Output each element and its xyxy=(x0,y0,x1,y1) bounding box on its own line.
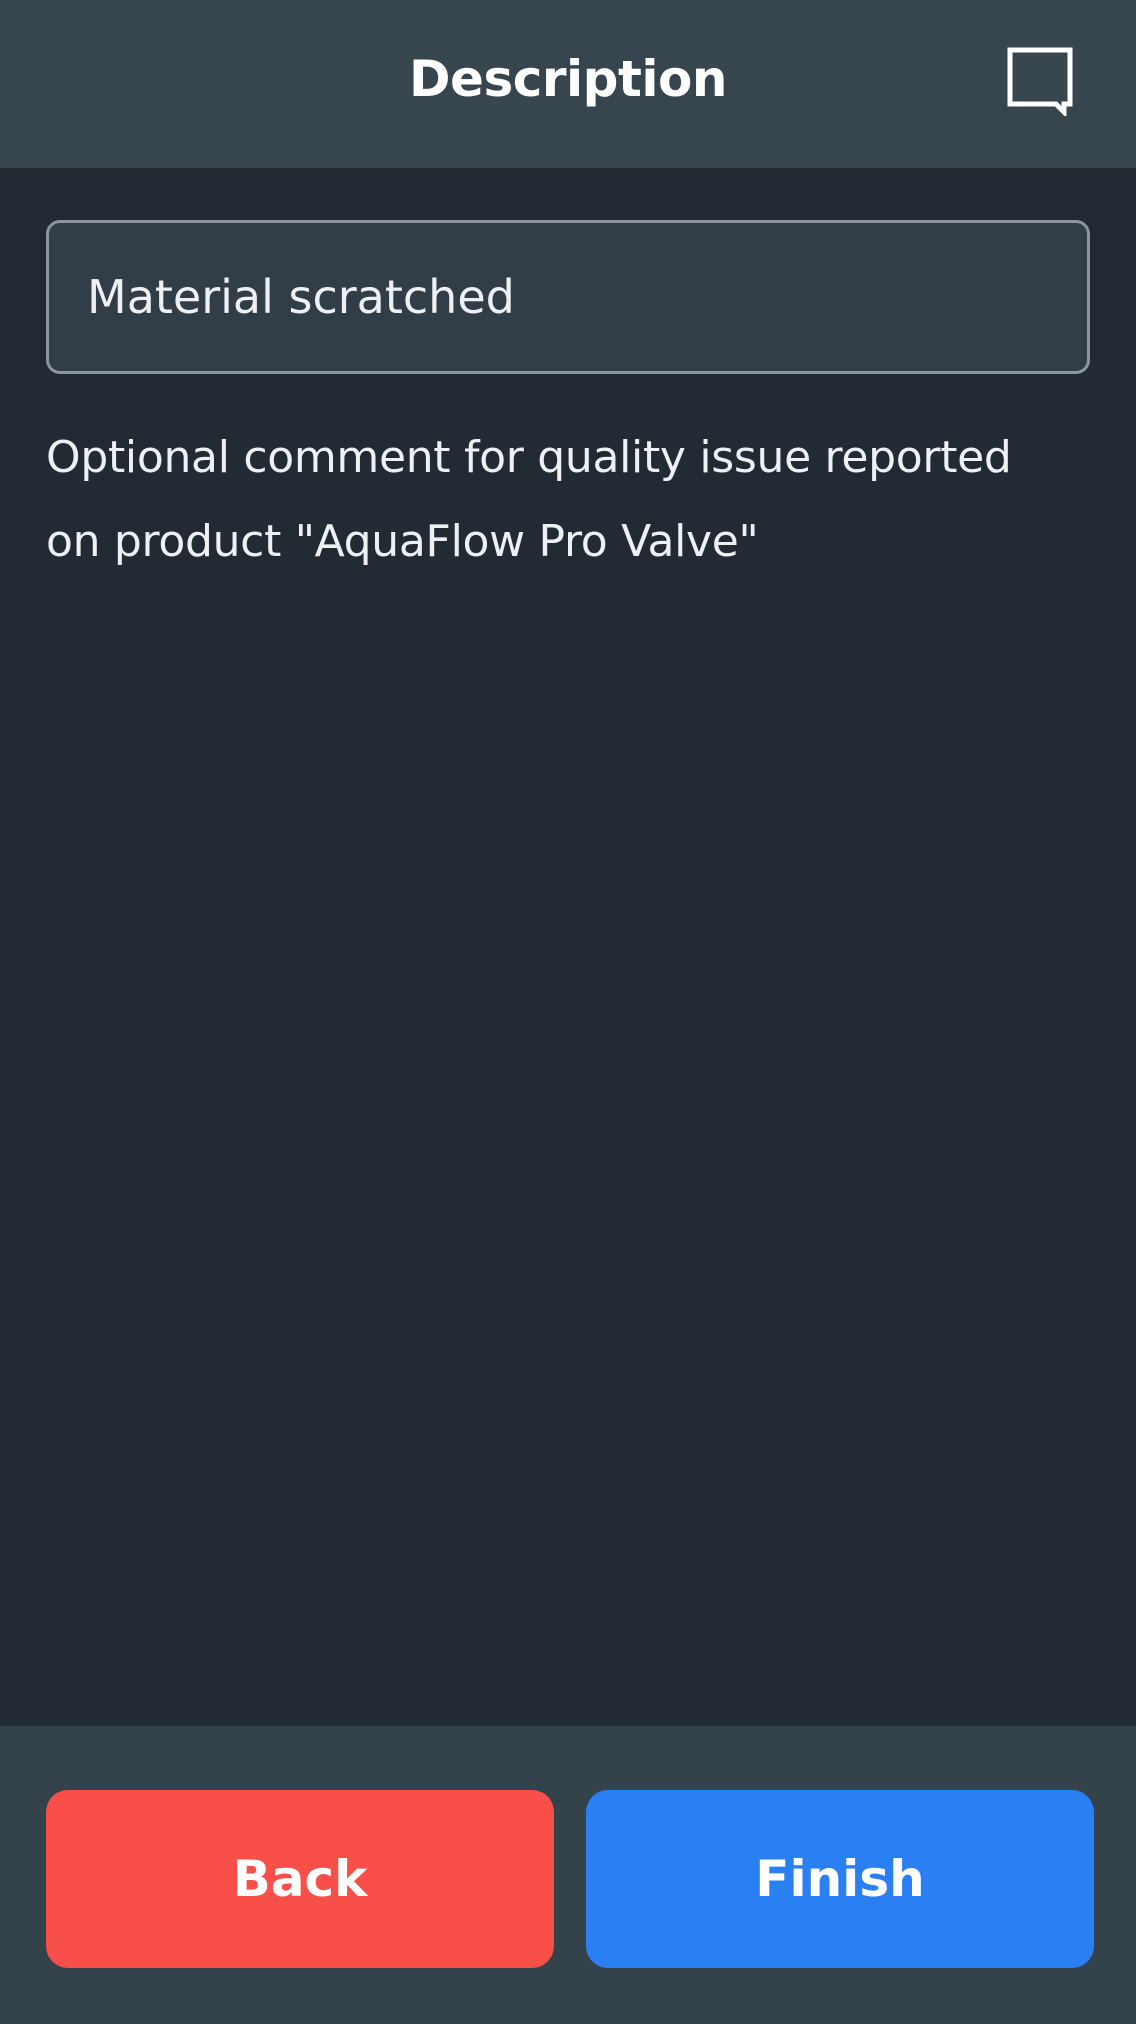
app-root: Description Optional comment for quality… xyxy=(0,0,1136,2024)
main-content: Optional comment for quality issue repor… xyxy=(0,168,1136,1726)
bottom-bar: Back Finish xyxy=(0,1726,1136,2024)
hint-text: Optional comment for quality issue repor… xyxy=(46,416,1106,584)
hint-line-1: Optional comment for quality issue repor… xyxy=(46,432,1012,483)
finish-button[interactable]: Finish xyxy=(586,1790,1094,1968)
description-input[interactable] xyxy=(46,220,1090,374)
page-title: Description xyxy=(409,50,727,108)
top-bar: Description xyxy=(0,0,1136,168)
back-button[interactable]: Back xyxy=(46,1790,554,1968)
comment-button[interactable] xyxy=(1004,44,1076,119)
hint-line-2: on product "AquaFlow Pro Valve" xyxy=(46,516,759,567)
comment-icon xyxy=(1007,47,1073,119)
